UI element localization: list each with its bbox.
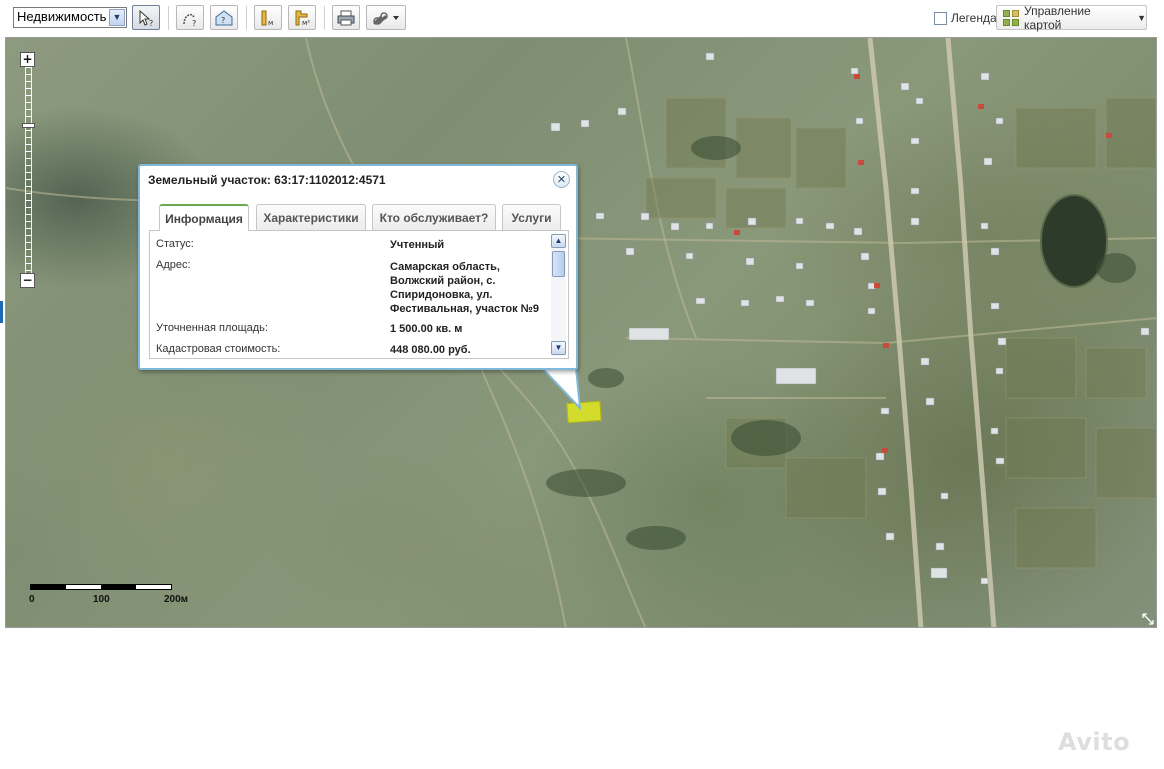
resize-corner-icon[interactable]	[1142, 613, 1154, 625]
zoom-slider-handle[interactable]	[21, 123, 35, 128]
legend-label: Легенда	[951, 11, 997, 25]
close-icon[interactable]: ✕	[553, 171, 570, 188]
svg-text:?: ?	[149, 19, 153, 27]
field-value: Самарская область, Волжский район, с. Сп…	[390, 261, 540, 315]
curve-measure-icon: ?	[183, 13, 196, 27]
zoom-slider[interactable]	[21, 67, 35, 273]
avito-watermark-logo: Avito	[1058, 728, 1131, 756]
ruler-icon: м	[261, 10, 273, 27]
measure-distance-button[interactable]: м	[254, 5, 282, 30]
link-button[interactable]	[366, 5, 406, 30]
legend-checkbox[interactable]	[934, 11, 947, 25]
svg-text:?: ?	[192, 19, 196, 27]
print-button[interactable]	[332, 5, 360, 30]
scroll-thumb[interactable]	[552, 251, 565, 277]
popup-title: Земельный участок: 63:17:1102012:4571	[148, 173, 386, 187]
layer-select[interactable]: Недвижимость ▼	[13, 7, 127, 28]
field-value: 448 080.00 руб.	[390, 344, 471, 356]
measure-area-button[interactable]: м²	[288, 5, 316, 30]
scroll-up-icon[interactable]: ▲	[551, 234, 566, 248]
svg-text:м: м	[268, 19, 273, 27]
popup-pointer	[540, 368, 582, 410]
house-icon: ?	[215, 9, 233, 25]
info-scrollbar[interactable]: ▲ ▼	[551, 234, 566, 356]
svg-text:?: ?	[221, 16, 225, 25]
field-label: Статус:	[156, 238, 194, 250]
field-value: 1 500.00 кв. м	[390, 323, 463, 335]
scroll-down-icon[interactable]: ▼	[551, 341, 566, 355]
toolbar-divider	[168, 6, 169, 30]
info-panel: Статус: Учтенный Адрес: Самарская област…	[149, 230, 569, 359]
field-label: Адрес:	[156, 259, 191, 271]
layers-grid-icon	[1003, 9, 1019, 26]
link-icon	[373, 11, 399, 25]
scale-label: 200м	[164, 594, 189, 605]
zoom-in-button[interactable]: +	[20, 52, 35, 67]
tab-who-serves[interactable]: Кто обслуживает?	[372, 204, 496, 230]
scale-label: 100	[93, 594, 110, 605]
svg-text:м²: м²	[302, 19, 310, 27]
map-control-button[interactable]: Управление картой ▼	[996, 3, 1147, 32]
scale-bar-graphic	[30, 584, 172, 590]
toolbar-divider	[324, 6, 325, 30]
page-edge-marker	[0, 301, 3, 323]
scale-bar: 0 100 200м	[29, 584, 188, 605]
cursor-question-icon: ?	[139, 9, 153, 27]
zoom-out-button[interactable]: −	[20, 273, 35, 288]
field-label: Кадастровая стоимость:	[156, 343, 281, 355]
chevron-down-icon[interactable]: ▼	[109, 9, 125, 26]
parcel-info-popup: Земельный участок: 63:17:1102012:4571 ✕ …	[138, 164, 578, 370]
field-label: Уточненная площадь:	[156, 322, 268, 334]
zoom-control: + −	[20, 52, 36, 288]
legend-toggle[interactable]: Легенда	[934, 10, 997, 26]
toolbar-divider	[246, 6, 247, 30]
info-cursor-button[interactable]: ?	[132, 5, 160, 30]
scale-label: 0	[29, 594, 35, 605]
map-toolbar: Недвижимость ▼ ? ? ? м м² Легенда Управл…	[0, 0, 1164, 36]
tab-information[interactable]: Информация	[159, 204, 249, 231]
map-control-label: Управление картой	[1024, 3, 1091, 32]
tab-characteristics[interactable]: Характеристики	[256, 204, 366, 230]
field-value: Учтенный	[390, 239, 445, 251]
chevron-down-icon: ▼	[1137, 12, 1146, 23]
area-ruler-icon: м²	[295, 10, 310, 27]
layer-select-value: Недвижимость	[17, 9, 107, 24]
measure-curve-button[interactable]: ?	[176, 5, 204, 30]
tab-services[interactable]: Услуги	[502, 204, 561, 230]
printer-icon	[337, 10, 355, 25]
house-search-button[interactable]: ?	[210, 5, 238, 30]
